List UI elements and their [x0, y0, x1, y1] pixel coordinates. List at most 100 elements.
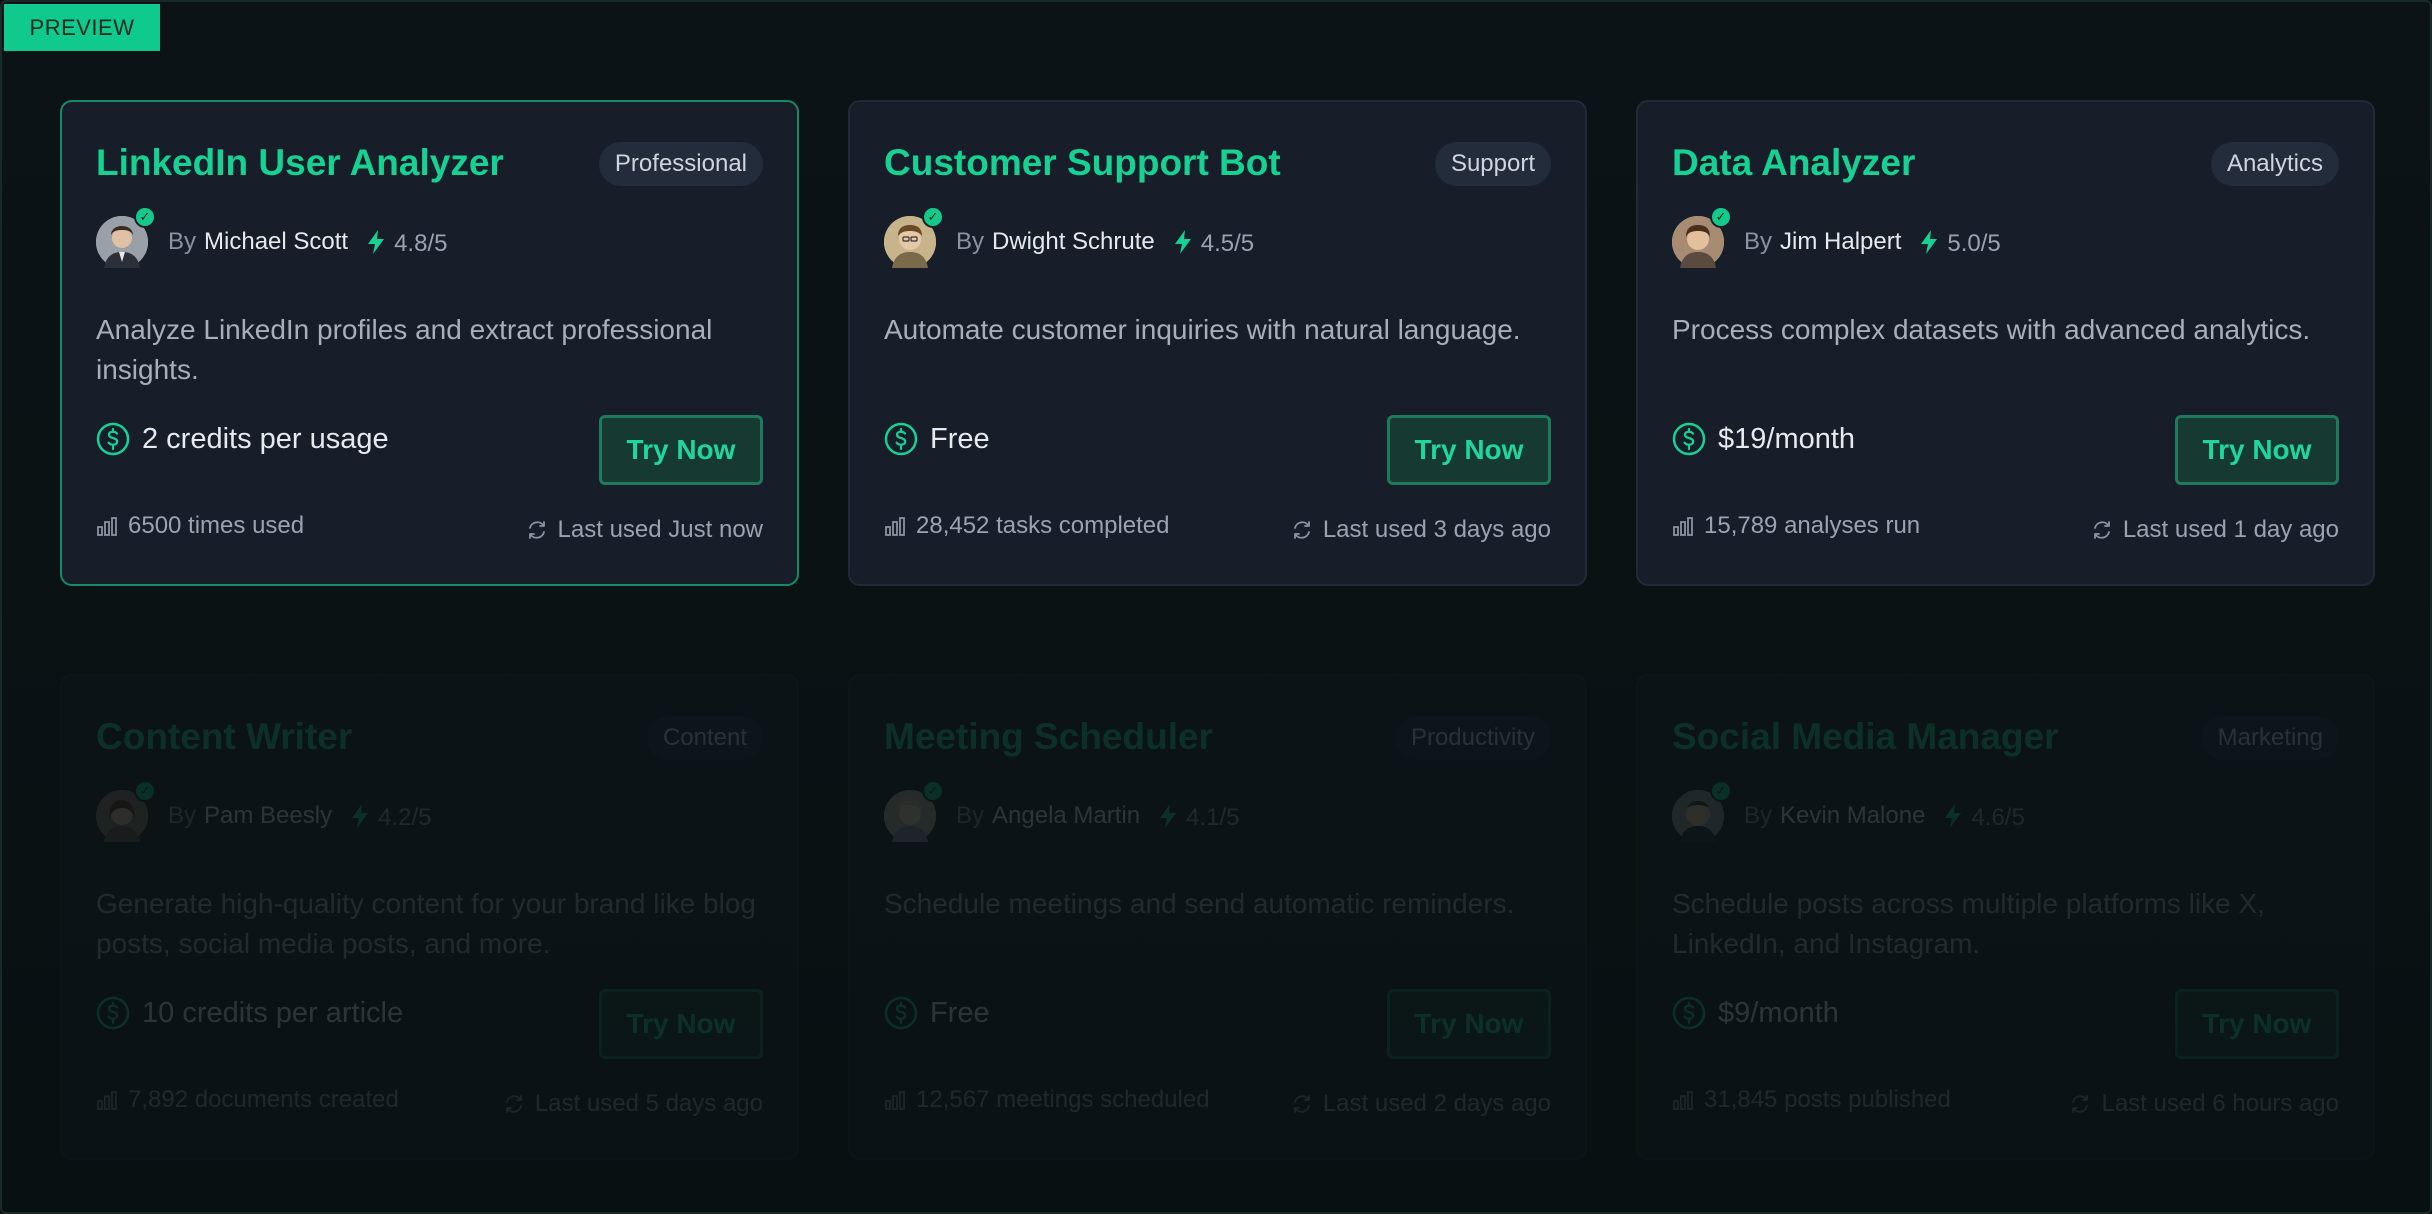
author-row: ✓ By Pam Beesly 4.2/5 [96, 780, 432, 844]
bolt-icon [368, 230, 385, 254]
price: 2 credits per usage [142, 422, 389, 455]
price: $9/month [1718, 996, 1839, 1029]
price: Free [930, 996, 990, 1029]
agent-card[interactable]: Data Analyzer Analytics ✓ By Jim Halpert [1636, 100, 2375, 586]
bolt-icon [1160, 804, 1177, 828]
avatar: ✓ [884, 206, 944, 268]
last-used-text: Last used 5 days ago [534, 1090, 763, 1117]
usage-stat: 6500 times used [96, 512, 304, 540]
refresh-icon [1293, 1095, 1310, 1113]
card-title[interactable]: Customer Support Bot [884, 142, 1281, 184]
bar-chart-icon [97, 1091, 117, 1110]
bolt-icon [1921, 230, 1938, 254]
verified-check-icon: ✓ [134, 780, 156, 802]
by-label: By [956, 228, 985, 255]
usage-stat: 7,892 documents created [96, 1086, 399, 1114]
agent-card[interactable]: Content Writer Content ✓ By Pam Beesly 4… [60, 674, 799, 1160]
refresh-icon [2093, 521, 2110, 539]
card-title[interactable]: Social Media Manager [1672, 716, 2059, 758]
price-row: $19/month [1672, 422, 1855, 456]
price-row: Free [884, 996, 990, 1030]
last-used: Last used 3 days ago [1291, 516, 1551, 544]
category-badge: Professional [598, 142, 763, 186]
author-name[interactable]: Pam Beesly [204, 802, 332, 830]
last-used: Last used 5 days ago [503, 1090, 763, 1118]
try-now-button[interactable]: Try Now [599, 989, 763, 1059]
usage-stat: 15,789 analyses run [1672, 512, 1920, 540]
refresh-icon [2072, 1095, 2089, 1113]
try-now-button[interactable]: Try Now [2175, 415, 2339, 485]
author-name[interactable]: Dwight Schrute [992, 228, 1155, 256]
try-now-button[interactable]: Try Now [2175, 989, 2339, 1059]
agent-card[interactable]: Social Media Manager Marketing ✓ By Kevi… [1636, 674, 2375, 1160]
usage-text: 7,892 documents created [128, 1086, 399, 1113]
price-row: 2 credits per usage [96, 422, 389, 456]
category-badge: Support [1434, 142, 1551, 186]
usage-text: 6500 times used [128, 512, 305, 539]
usage-text: 12,567 meetings scheduled [916, 1086, 1210, 1113]
rating: 4.8/5 [394, 230, 448, 257]
refresh-icon [528, 521, 545, 539]
try-now-button[interactable]: Try Now [1387, 989, 1551, 1059]
price: 10 credits per article [142, 996, 404, 1029]
try-now-button[interactable]: Try Now [599, 415, 763, 485]
try-now-button[interactable]: Try Now [1387, 415, 1551, 485]
dollar-icon [1672, 996, 1706, 1030]
usage-text: 31,845 posts published [1704, 1086, 1951, 1113]
card-description: Automate customer inquiries with natural… [884, 314, 1521, 345]
last-used-text: Last used 6 hours ago [2101, 1090, 2339, 1117]
last-used-text: Last used 3 days ago [1322, 516, 1551, 543]
author-name[interactable]: Kevin Malone [1780, 802, 1925, 830]
card-title[interactable]: LinkedIn User Analyzer [96, 142, 504, 184]
avatar: ✓ [1672, 780, 1732, 842]
category-badge: Productivity [1394, 716, 1551, 760]
card-title[interactable]: Data Analyzer [1672, 142, 1915, 184]
author-name[interactable]: Jim Halpert [1780, 228, 1901, 256]
avatar: ✓ [884, 780, 944, 842]
author-row: ✓ By Michael Scott 4.8/5 [96, 206, 448, 270]
agent-card[interactable]: LinkedIn User Analyzer Professional ✓ By… [60, 100, 799, 586]
refresh-icon [505, 1095, 522, 1113]
by-label: By [168, 228, 197, 255]
agent-card[interactable]: Meeting Scheduler Productivity ✓ By Ange… [848, 674, 1587, 1160]
agent-card-grid: LinkedIn User Analyzer Professional ✓ By… [60, 100, 2375, 1160]
by-label: By [168, 802, 197, 829]
card-description: Analyze LinkedIn profiles and extract pr… [96, 314, 713, 385]
rating: 4.2/5 [378, 804, 432, 831]
bar-chart-icon [1673, 1091, 1693, 1110]
bar-chart-icon [1673, 517, 1693, 536]
price-row: $9/month [1672, 996, 1839, 1030]
last-used-text: Last used 1 day ago [2122, 516, 2339, 543]
author-name[interactable]: Michael Scott [204, 228, 348, 256]
by-label: By [1744, 802, 1773, 829]
verified-check-icon: ✓ [1710, 780, 1732, 802]
category-badge: Content [646, 716, 763, 760]
card-description: Schedule posts across multiple platforms… [1672, 888, 2265, 959]
category-badge: Marketing [2201, 716, 2339, 760]
verified-check-icon: ✓ [134, 206, 156, 228]
preview-badge: PREVIEW [4, 4, 160, 51]
price-row: 10 credits per article [96, 996, 403, 1030]
verified-check-icon: ✓ [922, 206, 944, 228]
refresh-icon [1293, 521, 1310, 539]
avatar: ✓ [96, 206, 156, 268]
usage-stat: 12,567 meetings scheduled [884, 1086, 1210, 1114]
rating: 5.0/5 [1947, 230, 2001, 257]
price: $19/month [1718, 422, 1856, 455]
card-description: Process complex datasets with advanced a… [1672, 314, 2311, 345]
usage-stat: 28,452 tasks completed [884, 512, 1170, 540]
bolt-icon [1945, 804, 1962, 828]
bolt-icon [352, 804, 369, 828]
last-used: Last used Just now [526, 516, 763, 544]
card-title[interactable]: Meeting Scheduler [884, 716, 1213, 758]
agent-card[interactable]: Customer Support Bot Support ✓ By Dwight… [848, 100, 1587, 586]
author-name[interactable]: Angela Martin [992, 802, 1140, 830]
card-title[interactable]: Content Writer [96, 716, 352, 758]
dollar-icon [1672, 422, 1706, 456]
price-row: Free [884, 422, 990, 456]
dollar-icon [96, 422, 130, 456]
author-row: ✓ By Kevin Malone 4.6/5 [1672, 780, 2025, 844]
rating: 4.1/5 [1186, 804, 1240, 831]
dollar-icon [884, 996, 918, 1030]
dollar-icon [884, 422, 918, 456]
